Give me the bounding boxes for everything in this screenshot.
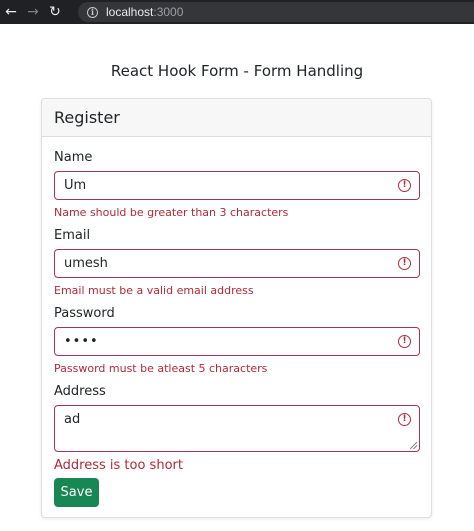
- email-field-group: Email umesh ! Email must be a valid emai…: [54, 228, 420, 297]
- name-label: Name: [54, 150, 93, 165]
- name-error: Name should be greater than 3 characters: [54, 206, 289, 219]
- page-title: React Hook Form - Form Handling: [110, 62, 364, 80]
- error-icon: !: [398, 179, 411, 192]
- resize-handle-icon[interactable]: [410, 442, 417, 449]
- address-input-value: ad: [64, 412, 81, 427]
- password-error: Password must be atleast 5 characters: [54, 362, 268, 375]
- error-icon: !: [398, 257, 411, 270]
- email-label: Email: [54, 228, 91, 243]
- error-icon: !: [398, 335, 411, 348]
- address-label: Address: [54, 384, 106, 399]
- reload-icon[interactable]: ↻: [44, 0, 66, 24]
- address-textarea[interactable]: ad !: [54, 405, 420, 452]
- name-input-value: Um: [64, 178, 87, 193]
- card-header: Register: [42, 99, 431, 137]
- address-bar[interactable]: i localhost:3000: [78, 2, 474, 22]
- register-card: Register Name Um ! Name should be greate…: [41, 98, 432, 518]
- url-port: :3000: [153, 5, 184, 19]
- email-input-value: umesh: [64, 256, 108, 271]
- save-button[interactable]: Save: [54, 478, 99, 507]
- address-error: Address is too short: [54, 458, 183, 473]
- back-arrow-icon[interactable]: ←: [0, 0, 22, 24]
- email-input[interactable]: umesh !: [54, 249, 420, 278]
- forward-arrow-icon[interactable]: →: [22, 0, 44, 24]
- password-input-value: ••••: [64, 334, 99, 349]
- info-icon[interactable]: i: [87, 6, 98, 18]
- browser-toolbar: ← → ↻ i localhost:3000: [0, 0, 474, 24]
- password-input[interactable]: •••• !: [54, 327, 420, 356]
- error-icon: !: [398, 413, 411, 426]
- name-input[interactable]: Um !: [54, 171, 420, 200]
- name-field-group: Name Um ! Name should be greater than 3 …: [54, 150, 420, 219]
- url-host: localhost: [106, 5, 154, 19]
- address-field-group: Address ad ! Address is too short: [54, 384, 420, 473]
- password-field-group: Password •••• ! Password must be atleast…: [54, 306, 420, 375]
- password-label: Password: [54, 306, 115, 321]
- email-error: Email must be a valid email address: [54, 284, 254, 297]
- url-text: localhost:3000: [106, 5, 183, 19]
